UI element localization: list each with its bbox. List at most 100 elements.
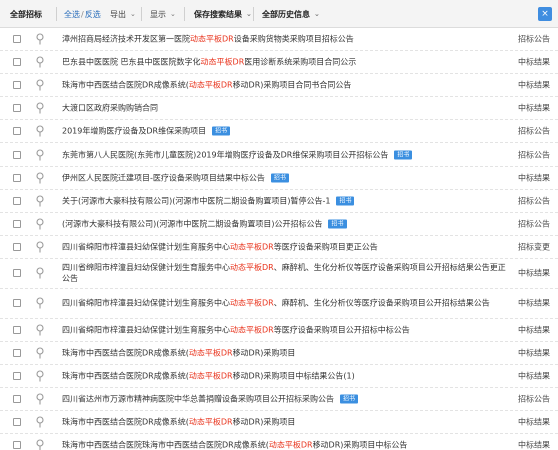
row-title-link[interactable]: 珠海市中西医结合医院珠海市中西医结合医院DR成像系统(动态平板DR移动DR)采购… bbox=[62, 440, 508, 450]
title-text: 移动DR)采购项目 bbox=[232, 417, 296, 427]
row-title-link[interactable]: 巴东县中医医院 巴东县中医医院数字化动态平板DR医用诊断系统采购项目合同公示 bbox=[62, 57, 508, 68]
close-icon[interactable]: × bbox=[538, 7, 552, 21]
table-row[interactable]: 四川省绵阳市梓潼县妇幼保健计划生育服务中心动态平板DR、麻醉机、生化分析仪等医疗… bbox=[0, 289, 558, 319]
row-checkbox[interactable] bbox=[13, 349, 21, 358]
pin-icon[interactable] bbox=[35, 218, 45, 230]
row-title-link[interactable]: 珠海市中西医结合医院DR成像系统(动态平板DR移动DR)采购项目中标结果公告(1… bbox=[62, 371, 508, 382]
table-row[interactable]: 大渡口区政府采购购销合同 中标结果 bbox=[0, 97, 558, 121]
row-checkbox[interactable] bbox=[13, 35, 21, 44]
row-title-link[interactable]: 伊州区人民医院迁建项目-医疗设备采购项目结果中标公告 招书 bbox=[62, 172, 508, 183]
row-checkbox[interactable] bbox=[13, 219, 21, 228]
pin-icon[interactable] bbox=[35, 439, 45, 450]
pin-icon[interactable] bbox=[35, 79, 45, 91]
table-row[interactable]: 关于(河源市大豪科技有限公司)(河源市中医院二期设备购置项目)暂停公告-1 招书 招… bbox=[0, 190, 558, 213]
row-title-link[interactable]: 四川省绵阳市梓潼县妇幼保健计划生育服务中心动态平板DR、麻醉机、生化分析仪等医疗… bbox=[62, 298, 508, 309]
row-checkbox[interactable] bbox=[13, 104, 21, 113]
title-text: 珠海市中西医结合医院DR成像系统( bbox=[62, 417, 189, 427]
pin-icon[interactable] bbox=[35, 148, 45, 161]
title-text: 等医疗设备采购项目公开招标中标公告 bbox=[273, 325, 410, 335]
title-text: 大渡口区政府采购购销合同 bbox=[62, 103, 158, 113]
pin-icon[interactable] bbox=[35, 241, 45, 253]
pin-icon[interactable] bbox=[35, 56, 45, 68]
table-row[interactable]: 四川省绵阳市梓潼县妇幼保健计划生育服务中心动态平板DR、麻醉机、生化分析仪等医疗… bbox=[0, 259, 558, 289]
select-all-link[interactable]: 全选 bbox=[64, 9, 80, 20]
table-row[interactable]: 珠海市中西医结合医院DR成像系统(动态平板DR移动DR)采购项目 中标结果 bbox=[0, 411, 558, 435]
table-row[interactable]: 珠海市中西医结合医院DR成像系统(动态平板DR移动DR)采购项目中标结果公告(1… bbox=[0, 365, 558, 389]
row-title-link[interactable]: 四川省绵阳市梓潼县妇幼保健计划生育服务中心动态平板DR、麻醉机、生化分析仪等医疗… bbox=[62, 262, 508, 284]
show-dropdown[interactable]: 显示 ⌄ bbox=[150, 0, 176, 28]
pin-icon[interactable] bbox=[35, 324, 45, 336]
row-title-link[interactable]: 漳州招商局经济技术开发区第一医院动态平板DR设备采购货物类采购项目招标公告 bbox=[62, 34, 508, 45]
row-checkbox[interactable] bbox=[13, 58, 21, 67]
highlight-keyword: 动态平板DR bbox=[268, 440, 313, 450]
row-title-link[interactable]: 四川省绵阳市梓潼县妇幼保健计划生育服务中心动态平板DR等医疗设备采购项目更正公告 bbox=[62, 241, 508, 252]
table-row[interactable]: 四川省绵阳市梓潼县妇幼保健计划生育服务中心动态平板DR等医疗设备采购项目公开招标… bbox=[0, 319, 558, 343]
row-checkbox[interactable] bbox=[13, 269, 21, 278]
row-checkbox[interactable] bbox=[13, 418, 21, 427]
row-title-link[interactable]: (河源市大豪科技有限公司)(河源市中医院二期设备购置项目)公开招标公告 招书 bbox=[62, 218, 508, 229]
row-title-link[interactable]: 珠海市中西医结合医院DR成像系统(动态平板DR移动DR)采购项目 bbox=[62, 348, 508, 359]
row-checkbox[interactable] bbox=[13, 150, 21, 159]
row-title-link[interactable]: 珠海市中西医结合医院DR成像系统(动态平板DR移动DR)采购项目 bbox=[62, 417, 508, 428]
row-title-link[interactable]: 关于(河源市大豪科技有限公司)(河源市中医院二期设备购置项目)暂停公告-1 招书 bbox=[62, 195, 508, 206]
pin-icon[interactable] bbox=[35, 297, 45, 309]
pin-icon[interactable] bbox=[35, 33, 45, 45]
table-row[interactable]: 四川省绵阳市梓潼县妇幼保健计划生育服务中心动态平板DR等医疗设备采购项目更正公告… bbox=[0, 236, 558, 259]
pin-icon[interactable] bbox=[35, 172, 45, 184]
row-checkbox[interactable] bbox=[13, 441, 21, 450]
tender-doc-badge[interactable]: 招书 bbox=[328, 219, 347, 229]
table-row[interactable]: 四川省达州市万源市精神病医院中华总善捐赠设备采购项目公开招标采购公告 招书 招标公告 bbox=[0, 388, 558, 412]
row-title-link[interactable]: 四川省达州市万源市精神病医院中华总善捐赠设备采购项目公开招标采购公告 招书 bbox=[62, 394, 508, 405]
row-title-link[interactable]: 四川省绵阳市梓潼县妇幼保健计划生育服务中心动态平板DR等医疗设备采购项目公开招标… bbox=[62, 324, 508, 335]
row-type-label: 中标结果 bbox=[518, 298, 550, 308]
table-row[interactable]: 巴东县中医医院 巴东县中医医院数字化动态平板DR医用诊断系统采购项目合同公示 中标… bbox=[0, 51, 558, 75]
row-title-link[interactable]: 东莞市第八人民医院(东莞市儿童医院)2019年增购医疗设备及DR维保采购项目公开… bbox=[62, 149, 508, 160]
pin-icon[interactable] bbox=[35, 267, 45, 279]
table-row[interactable]: 东莞市第八人民医院(东莞市儿童医院)2019年增购医疗设备及DR维保采购项目公开… bbox=[0, 143, 558, 167]
pin-icon[interactable] bbox=[35, 393, 45, 405]
highlight-keyword: 动态平板DR bbox=[188, 371, 233, 381]
pin-icon[interactable] bbox=[35, 125, 45, 137]
row-checkbox[interactable] bbox=[13, 127, 21, 136]
row-checkbox[interactable] bbox=[13, 242, 21, 251]
chevron-down-icon: ⌄ bbox=[170, 10, 176, 18]
table-row[interactable]: 珠海市中西医结合医院珠海市中西医结合医院DR成像系统(动态平板DR移动DR)采购… bbox=[0, 434, 558, 450]
all-tenders-label: 全部招标 bbox=[10, 9, 42, 19]
table-row[interactable]: 珠海市中西医结合医院DR成像系统(动态平板DR移动DR)采购项目 中标结果 bbox=[0, 342, 558, 366]
history-dropdown[interactable]: 全部历史信息 ⌄ bbox=[262, 0, 320, 28]
pin-icon[interactable] bbox=[35, 102, 45, 114]
row-title-link[interactable]: 大渡口区政府采购购销合同 bbox=[62, 103, 508, 114]
table-row[interactable]: 2019年增购医疗设备及DR维保采购项目 招书 招标公告 bbox=[0, 120, 558, 144]
table-row[interactable]: 漳州招商局经济技术开发区第一医院动态平板DR设备采购货物类采购项目招标公告 招标公… bbox=[0, 28, 558, 52]
table-row[interactable]: (河源市大豪科技有限公司)(河源市中医院二期设备购置项目)公开招标公告 招书 招标公… bbox=[0, 213, 558, 236]
row-checkbox[interactable] bbox=[13, 325, 21, 334]
pin-icon[interactable] bbox=[35, 370, 45, 382]
table-row[interactable]: 珠海市中西医结合医院DR成像系统(动态平板DR移动DR)采购项目合同书合同公告中… bbox=[0, 74, 558, 98]
tender-doc-badge[interactable]: 招书 bbox=[394, 150, 413, 160]
table-row[interactable]: 伊州区人民医院迁建项目-医疗设备采购项目结果中标公告 招书 中标结果 bbox=[0, 167, 558, 190]
row-title-link[interactable]: 2019年增购医疗设备及DR维保采购项目 招书 bbox=[62, 126, 508, 137]
row-checkbox[interactable] bbox=[13, 81, 21, 90]
pin-icon[interactable] bbox=[35, 416, 45, 428]
row-checkbox[interactable] bbox=[13, 196, 21, 205]
all-tenders-tab[interactable]: 全部招标 bbox=[10, 0, 42, 28]
tender-doc-badge[interactable]: 招书 bbox=[336, 196, 355, 206]
row-checkbox[interactable] bbox=[13, 372, 21, 381]
export-dropdown[interactable]: 导出 ⌄ bbox=[110, 0, 136, 28]
row-checkbox[interactable] bbox=[13, 173, 21, 182]
row-title-link[interactable]: 珠海市中西医结合医院DR成像系统(动态平板DR移动DR)采购项目合同书合同公告 bbox=[62, 80, 508, 91]
tender-doc-badge[interactable]: 招书 bbox=[340, 394, 359, 404]
tender-doc-badge[interactable]: 招书 bbox=[270, 173, 289, 183]
row-checkbox[interactable] bbox=[13, 395, 21, 404]
highlight-keyword: 动态平板DR bbox=[188, 417, 233, 427]
row-checkbox[interactable] bbox=[13, 299, 21, 308]
title-text: 医用诊断系统采购项目合同公示 bbox=[244, 57, 357, 67]
invert-selection-link[interactable]: 反选 bbox=[85, 9, 101, 20]
row-type-label: 中标结果 bbox=[518, 103, 550, 113]
tender-doc-badge[interactable]: 招书 bbox=[212, 126, 231, 136]
save-search-dropdown[interactable]: 保存搜索结果 ⌄ bbox=[194, 0, 252, 28]
title-text: 珠海市中西医结合医院DR成像系统( bbox=[62, 80, 189, 90]
pin-icon[interactable] bbox=[35, 347, 45, 359]
pin-icon[interactable] bbox=[35, 195, 45, 207]
highlight-keyword: 动态平板DR bbox=[190, 34, 234, 44]
